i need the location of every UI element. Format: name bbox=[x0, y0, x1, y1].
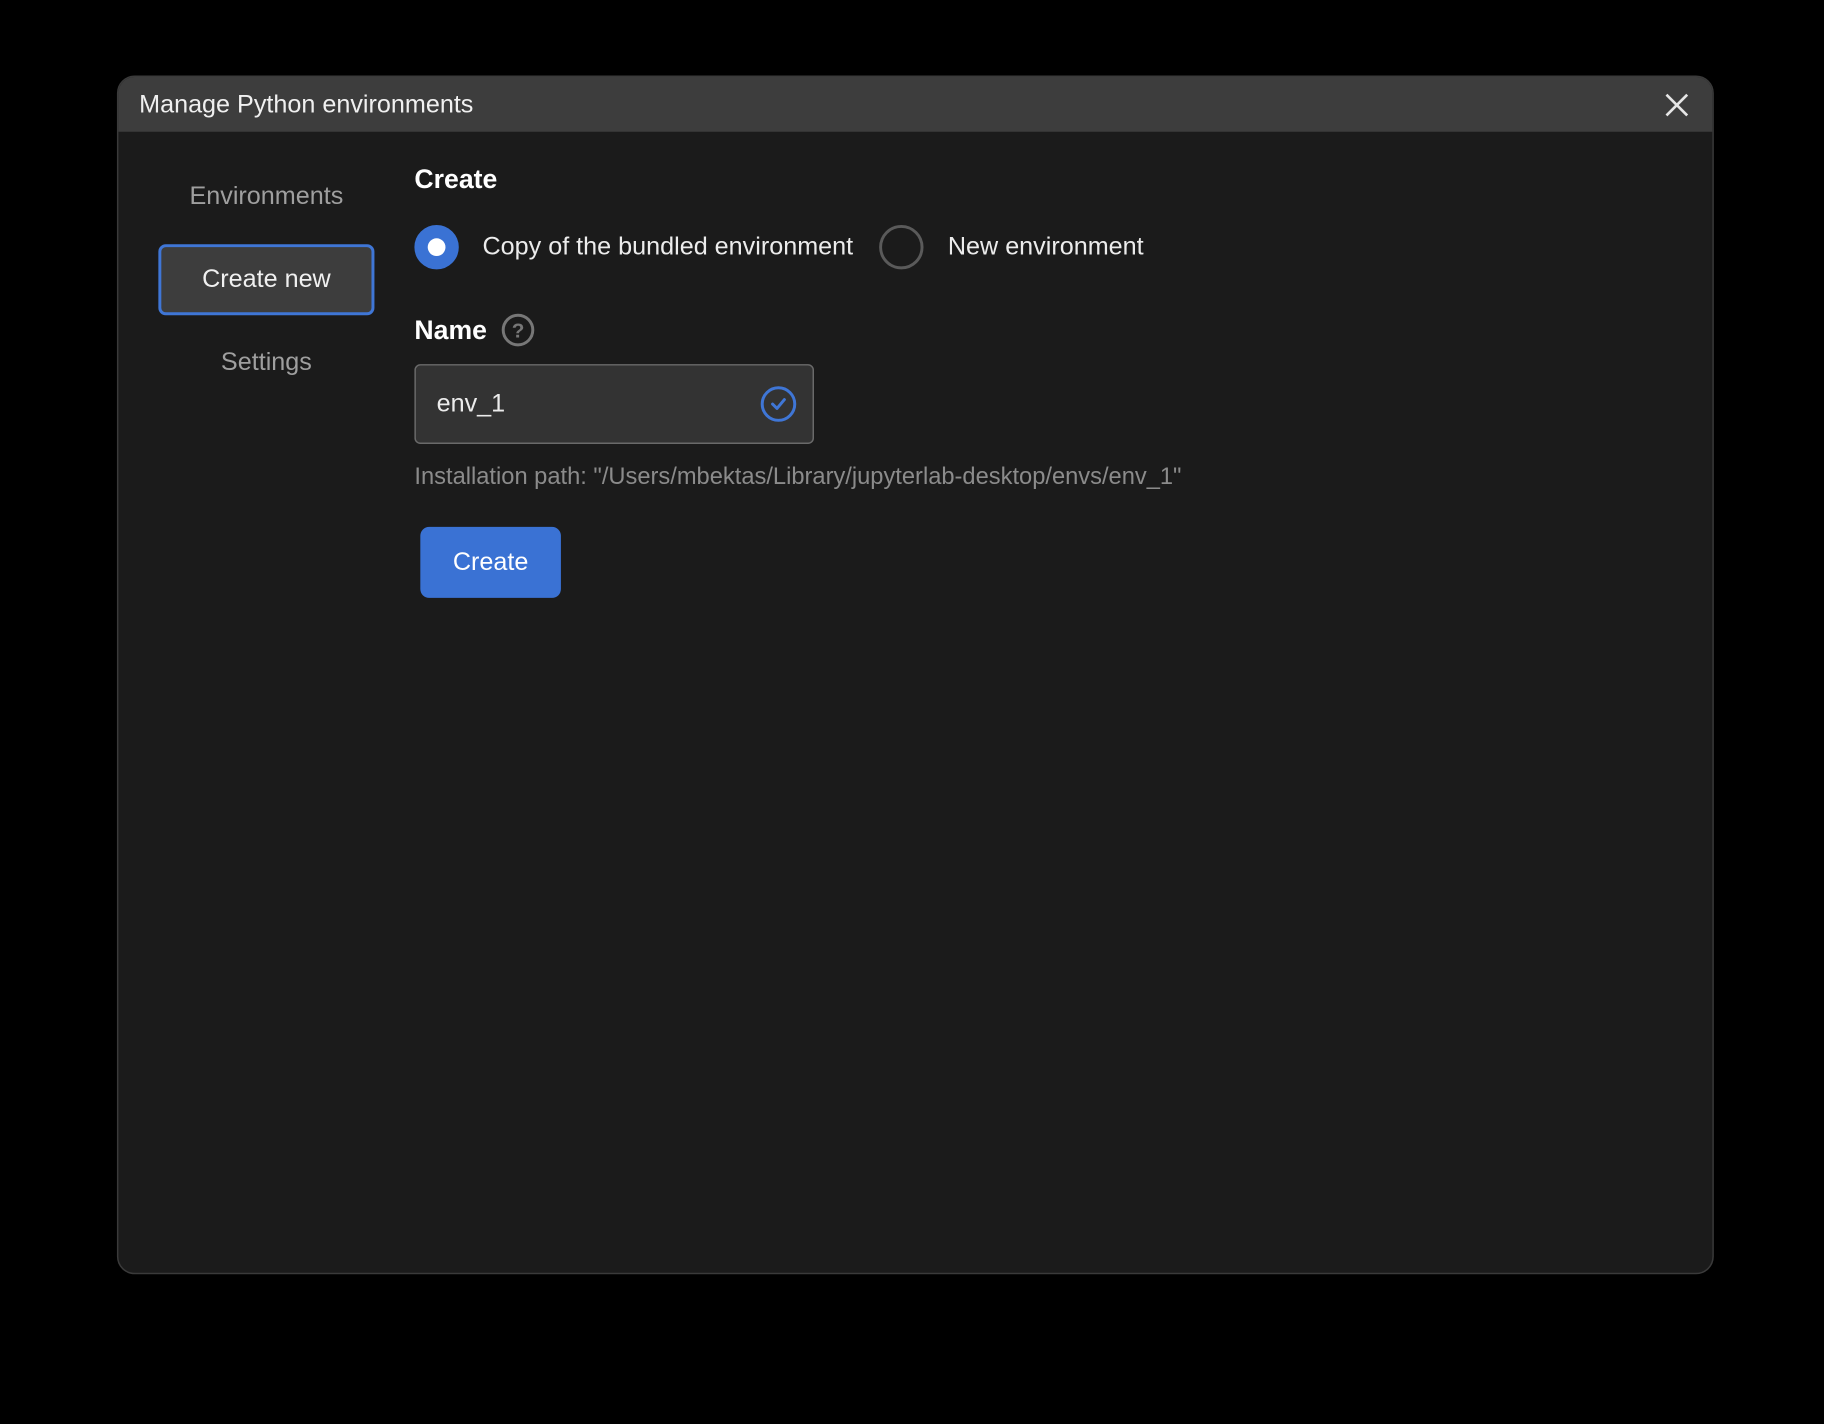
env-type-radio-group: Copy of the bundled environment New envi… bbox=[414, 225, 1682, 269]
close-icon[interactable] bbox=[1662, 90, 1692, 120]
dialog-title: Manage Python environments bbox=[139, 90, 473, 120]
radio-option-new-env[interactable]: New environment bbox=[880, 225, 1144, 269]
dialog-body: Environments Create new Settings Create … bbox=[118, 132, 1712, 1273]
name-input-wrap bbox=[414, 364, 814, 444]
check-circle-icon bbox=[761, 386, 797, 422]
name-input[interactable] bbox=[414, 364, 814, 444]
radio-button-copy-bundled[interactable] bbox=[414, 225, 458, 269]
sidebar-item-create-new[interactable]: Create new bbox=[158, 244, 375, 315]
name-field-label-row: Name ? bbox=[414, 314, 1682, 347]
radio-label-copy-bundled: Copy of the bundled environment bbox=[482, 232, 853, 262]
installation-path-text: Installation path: "/Users/mbektas/Libra… bbox=[414, 465, 1682, 492]
main-panel: Create Copy of the bundled environment N… bbox=[414, 132, 1712, 1273]
radio-label-new-env: New environment bbox=[948, 232, 1144, 262]
manage-environments-dialog: Manage Python environments Environments … bbox=[117, 75, 1714, 1274]
dialog-titlebar: Manage Python environments bbox=[118, 77, 1712, 132]
name-field-label: Name bbox=[414, 315, 487, 346]
help-icon[interactable]: ? bbox=[502, 314, 535, 347]
sidebar: Environments Create new Settings bbox=[118, 132, 414, 1273]
create-button[interactable]: Create bbox=[420, 527, 561, 598]
create-section-title: Create bbox=[414, 164, 1682, 195]
radio-option-copy-bundled[interactable]: Copy of the bundled environment bbox=[414, 225, 853, 269]
sidebar-item-settings[interactable]: Settings bbox=[194, 333, 338, 392]
radio-button-new-env[interactable] bbox=[880, 225, 924, 269]
sidebar-item-environments[interactable]: Environments bbox=[163, 167, 370, 226]
